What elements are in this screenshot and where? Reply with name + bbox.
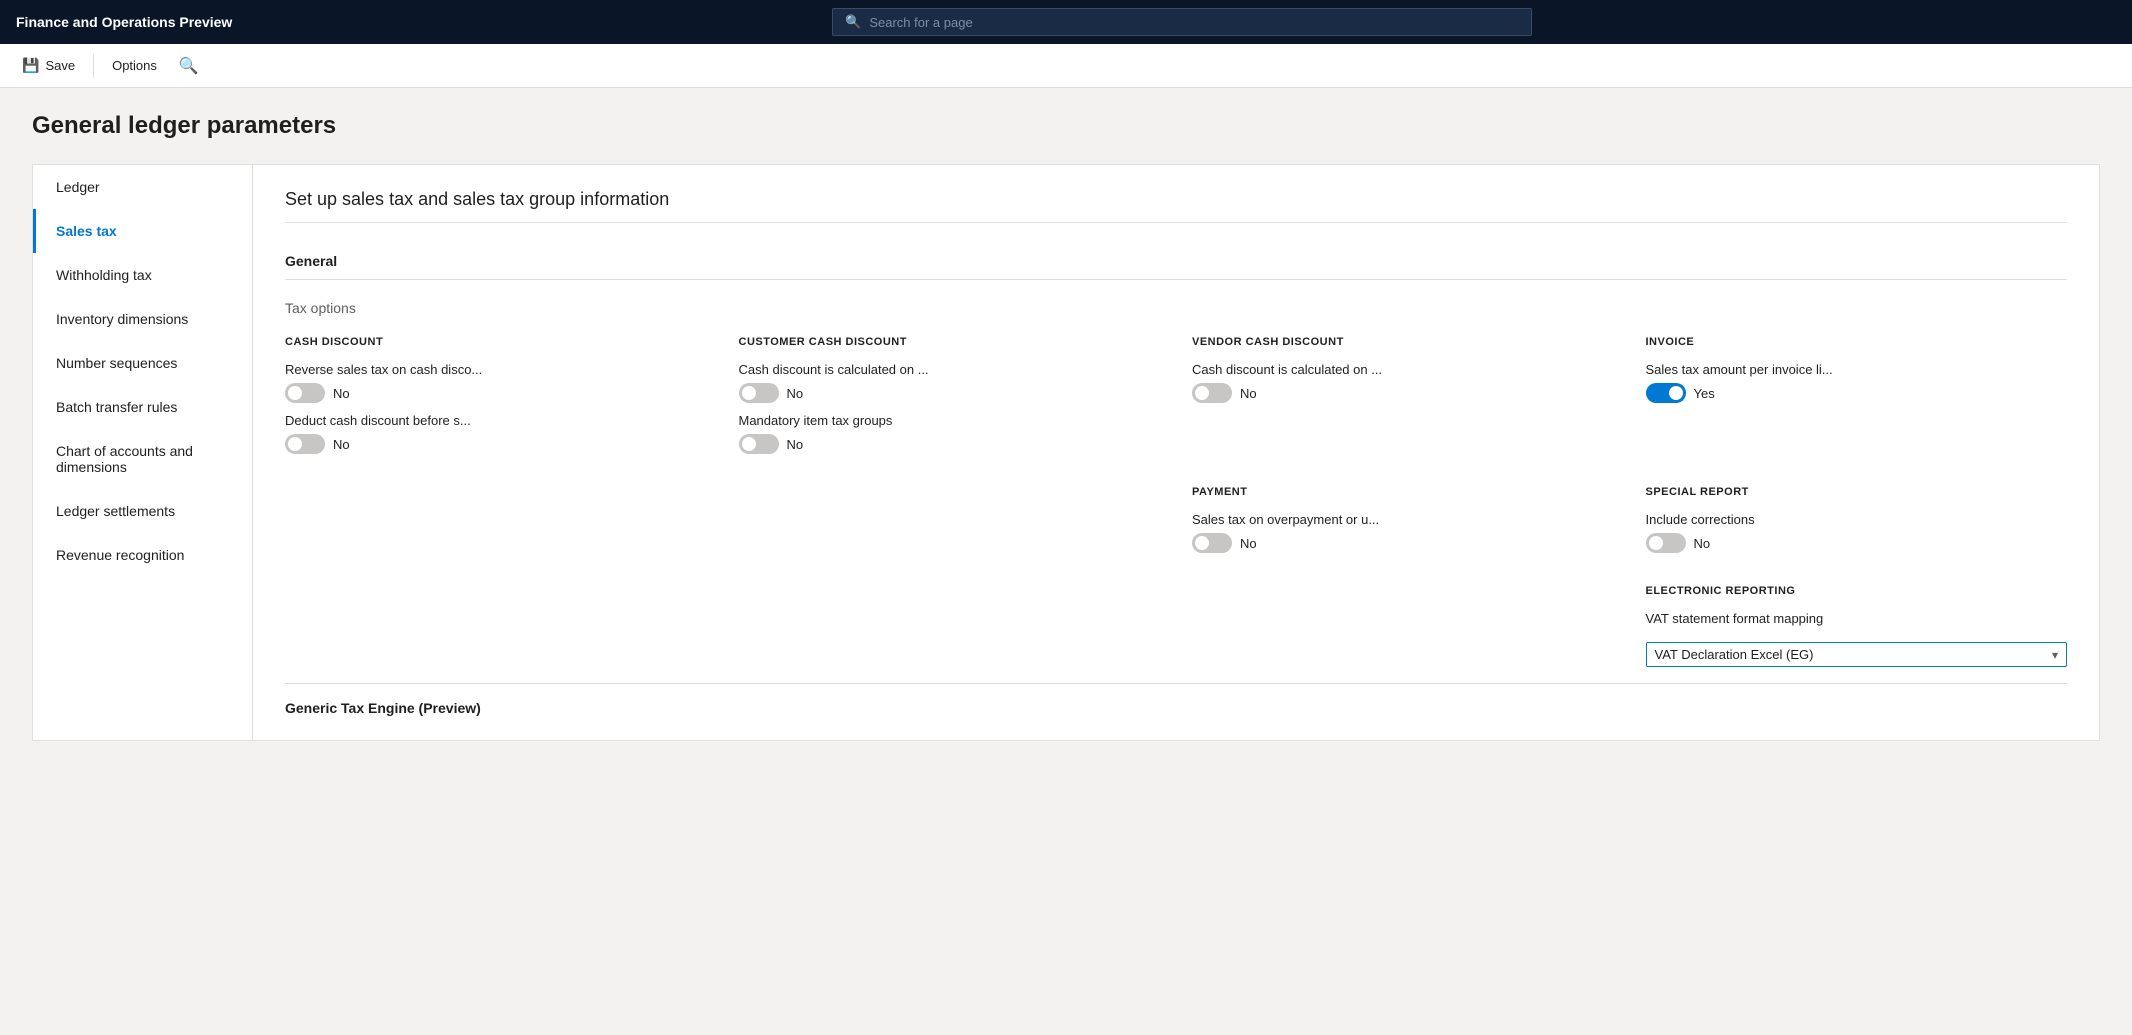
options-button[interactable]: Options bbox=[102, 52, 167, 79]
toggle-label: Cash discount is calculated on ... bbox=[1192, 362, 1614, 377]
toggle-row: Cash discount is calculated on ... No bbox=[739, 362, 1161, 403]
option-group: CASH DISCOUNT Reverse sales tax on cash d… bbox=[285, 336, 707, 454]
option-group: CUSTOMER CASH DISCOUNT Cash discount is c… bbox=[739, 336, 1161, 454]
sidebar-item-batch-transfer-rules[interactable]: Batch transfer rules bbox=[33, 385, 252, 429]
toggle-value-row: No bbox=[1192, 383, 1614, 403]
save-icon: 💾 bbox=[22, 57, 39, 74]
toggle-value: No bbox=[333, 386, 350, 401]
toggle-row: Sales tax amount per invoice li... Yes bbox=[1646, 362, 2068, 403]
toggle-label: Reverse sales tax on cash disco... bbox=[285, 362, 707, 377]
toggle-value: No bbox=[787, 437, 804, 452]
toggle-switch[interactable] bbox=[1192, 533, 1232, 553]
options-grid-row1: CASH DISCOUNT Reverse sales tax on cash d… bbox=[285, 336, 2067, 454]
empty-col-a bbox=[285, 577, 707, 667]
toggle-row: Reverse sales tax on cash disco... No bbox=[285, 362, 707, 403]
sidebar-item-revenue-recognition[interactable]: Revenue recognition bbox=[33, 533, 252, 577]
toggle-value: No bbox=[1694, 536, 1711, 551]
electronic-reporting-group: ELECTRONIC REPORTING VAT statement format… bbox=[1646, 585, 2068, 667]
empty-col-c bbox=[1192, 577, 1614, 667]
left-nav: LedgerSales taxWithholding taxInventory … bbox=[33, 165, 253, 740]
tax-options-label: Tax options bbox=[285, 300, 2067, 316]
toggle-value: No bbox=[787, 386, 804, 401]
toggle-label: Mandatory item tax groups bbox=[739, 413, 1161, 428]
sidebar-item-sales-tax[interactable]: Sales tax bbox=[33, 209, 252, 253]
search-icon: 🔍 bbox=[845, 14, 861, 30]
top-bar: Finance and Operations Preview 🔍 bbox=[0, 0, 2132, 44]
toggle-value-row: No bbox=[739, 434, 1161, 454]
sidebar-item-ledger-settlements[interactable]: Ledger settlements bbox=[33, 489, 252, 533]
toggle-switch[interactable] bbox=[1646, 383, 1686, 403]
generic-tax-title: Generic Tax Engine (Preview) bbox=[285, 700, 481, 716]
toggle-switch[interactable] bbox=[739, 434, 779, 454]
toggle-label: Include corrections bbox=[1646, 512, 2068, 527]
toggle-switch[interactable] bbox=[285, 434, 325, 454]
toggle-value-row: No bbox=[739, 383, 1161, 403]
toggle-label: Sales tax on overpayment or u... bbox=[1192, 512, 1614, 527]
empty-col-2 bbox=[739, 486, 1161, 553]
empty-col-1 bbox=[285, 486, 707, 553]
empty-col-b bbox=[739, 577, 1161, 667]
toolbar-search-button[interactable]: 🔍 bbox=[171, 50, 207, 82]
toggle-value: No bbox=[333, 437, 350, 452]
sidebar-item-inventory-dimensions[interactable]: Inventory dimensions bbox=[33, 297, 252, 341]
option-group: PAYMENT Sales tax on overpayment or u... N… bbox=[1192, 486, 1614, 553]
content-area: LedgerSales taxWithholding taxInventory … bbox=[32, 164, 2100, 741]
option-group-title: INVOICE bbox=[1646, 336, 2068, 348]
option-group: INVOICE Sales tax amount per invoice li..… bbox=[1646, 336, 2068, 454]
main-content: Set up sales tax and sales tax group inf… bbox=[253, 165, 2099, 740]
sidebar-item-withholding-tax[interactable]: Withholding tax bbox=[33, 253, 252, 297]
option-group-title: SPECIAL REPORT bbox=[1646, 486, 2068, 498]
toggle-row: Include corrections No bbox=[1646, 512, 2068, 553]
toggle-switch[interactable] bbox=[285, 383, 325, 403]
option-group-title: PAYMENT bbox=[1192, 486, 1614, 498]
toggle-switch[interactable] bbox=[1646, 533, 1686, 553]
toggle-value: No bbox=[1240, 536, 1257, 551]
toggle-value-row: No bbox=[285, 434, 707, 454]
vat-dropdown[interactable]: VAT Declaration Excel (EG) ▾ bbox=[1646, 642, 2068, 667]
save-label: Save bbox=[45, 58, 75, 73]
search-input[interactable] bbox=[869, 15, 1519, 30]
electronic-reporting-title: ELECTRONIC REPORTING bbox=[1646, 585, 2068, 597]
options-label: Options bbox=[112, 58, 157, 73]
toggle-row: Cash discount is calculated on ... No bbox=[1192, 362, 1614, 403]
search-bar[interactable]: 🔍 bbox=[832, 8, 1532, 36]
vat-label: VAT statement format mapping bbox=[1646, 611, 2068, 626]
page-container: General ledger parameters LedgerSales ta… bbox=[0, 88, 2132, 1035]
options-grid-row2: PAYMENT Sales tax on overpayment or u... N… bbox=[285, 486, 2067, 667]
option-group: VENDOR CASH DISCOUNT Cash discount is cal… bbox=[1192, 336, 1614, 454]
sidebar-item-chart-of-accounts[interactable]: Chart of accounts and dimensions bbox=[33, 429, 252, 489]
toggle-row: Mandatory item tax groups No bbox=[739, 413, 1161, 454]
save-button[interactable]: 💾 Save bbox=[12, 51, 85, 80]
toggle-label: Sales tax amount per invoice li... bbox=[1646, 362, 2068, 377]
subsection-header: General bbox=[285, 243, 2067, 280]
option-group-title: CASH DISCOUNT bbox=[285, 336, 707, 348]
toggle-row: Sales tax on overpayment or u... No bbox=[1192, 512, 1614, 553]
vat-value: VAT Declaration Excel (EG) bbox=[1655, 647, 1814, 662]
toggle-value-row: Yes bbox=[1646, 383, 2068, 403]
toggle-switch[interactable] bbox=[739, 383, 779, 403]
app-title: Finance and Operations Preview bbox=[16, 14, 232, 30]
toolbar: 💾 Save Options 🔍 bbox=[0, 44, 2132, 88]
sidebar-item-ledger[interactable]: Ledger bbox=[33, 165, 252, 209]
toggle-label: Deduct cash discount before s... bbox=[285, 413, 707, 428]
toolbar-divider bbox=[93, 54, 94, 78]
chevron-down-icon: ▾ bbox=[2052, 648, 2058, 662]
section-title: Set up sales tax and sales tax group inf… bbox=[285, 189, 2067, 223]
toggle-switch[interactable] bbox=[1192, 383, 1232, 403]
option-group-title: VENDOR CASH DISCOUNT bbox=[1192, 336, 1614, 348]
page-title: General ledger parameters bbox=[32, 112, 2100, 140]
option-group-title: CUSTOMER CASH DISCOUNT bbox=[739, 336, 1161, 348]
toggle-value-row: No bbox=[1192, 533, 1614, 553]
toggle-row: Deduct cash discount before s... No bbox=[285, 413, 707, 454]
generic-tax-section: Generic Tax Engine (Preview) bbox=[285, 683, 2067, 716]
option-group: SPECIAL REPORT Include corrections No bbox=[1646, 486, 2068, 553]
toggle-label: Cash discount is calculated on ... bbox=[739, 362, 1161, 377]
toggle-value: Yes bbox=[1694, 386, 1715, 401]
toggle-value-row: No bbox=[1646, 533, 2068, 553]
toggle-value: No bbox=[1240, 386, 1257, 401]
toggle-value-row: No bbox=[285, 383, 707, 403]
sidebar-item-number-sequences[interactable]: Number sequences bbox=[33, 341, 252, 385]
